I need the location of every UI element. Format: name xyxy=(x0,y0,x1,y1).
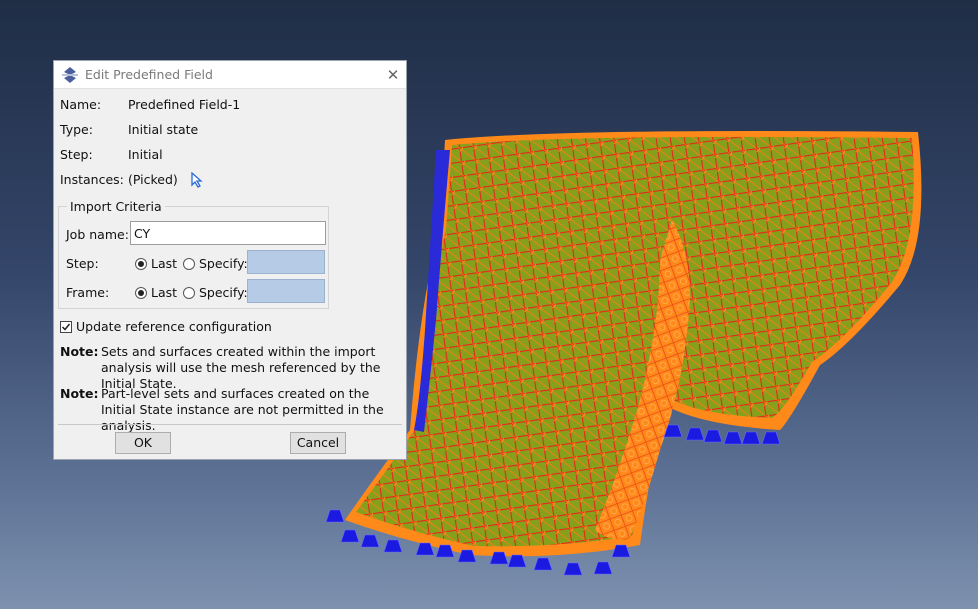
frame-specify-label: Specify: xyxy=(198,285,248,300)
name-row: Name: Predefined Field-1 xyxy=(60,97,240,112)
step-specify-label: Specify: xyxy=(198,256,248,271)
frame-specify-field xyxy=(247,279,325,303)
note-1-text: Sets and surfaces created within the imp… xyxy=(101,344,381,391)
close-icon[interactable]: ✕ xyxy=(380,66,406,84)
note-2: Note: Part-level sets and surfaces creat… xyxy=(60,386,405,434)
criteria-step-label: Step: xyxy=(66,256,99,271)
frame-last-label: Last xyxy=(150,285,178,300)
note-1-label: Note: xyxy=(60,344,99,359)
edit-predefined-field-dialog: Edit Predefined Field ✕ Name: Predefined… xyxy=(53,60,407,460)
note-2-text: Part-level sets and surfaces created on … xyxy=(101,386,384,433)
job-name-label: Job name: xyxy=(66,227,129,242)
step-row: Step: Initial xyxy=(60,147,163,162)
step-specify-option[interactable]: Specify: xyxy=(183,256,248,271)
import-criteria-group: Import Criteria Job name: Step: Last Spe… xyxy=(58,199,329,309)
step-last-label: Last xyxy=(150,256,178,271)
step-last-radio[interactable] xyxy=(135,258,147,270)
update-reference-label: Update reference configuration xyxy=(75,319,272,334)
cancel-button[interactable]: Cancel xyxy=(290,432,346,454)
name-value: Predefined Field-1 xyxy=(127,97,241,112)
job-name-input[interactable] xyxy=(130,221,326,245)
step-last-option[interactable]: Last xyxy=(135,256,177,271)
update-reference-checkbox[interactable] xyxy=(60,321,72,333)
check-icon xyxy=(61,323,71,331)
abaqus-icon xyxy=(62,66,78,83)
instances-row: Instances: (Picked) xyxy=(60,171,204,188)
note-2-label: Note: xyxy=(60,386,99,401)
step-specify-radio[interactable] xyxy=(183,258,195,270)
instances-value: (Picked) xyxy=(127,172,178,187)
pick-cursor-icon[interactable] xyxy=(190,171,204,188)
update-reference-row[interactable]: Update reference configuration xyxy=(60,319,272,334)
dialog-titlebar: Edit Predefined Field ✕ xyxy=(54,61,406,89)
ok-button[interactable]: OK xyxy=(115,432,171,454)
step-specify-field xyxy=(247,250,325,274)
type-row: Type: Initial state xyxy=(60,122,198,137)
frame-last-radio[interactable] xyxy=(135,287,147,299)
type-label: Type: xyxy=(60,122,93,137)
type-value: Initial state xyxy=(127,122,199,137)
mesh-model xyxy=(325,131,922,576)
criteria-frame-label: Frame: xyxy=(66,285,110,300)
step-label: Step: xyxy=(60,147,93,162)
import-criteria-legend: Import Criteria xyxy=(67,199,165,214)
note-1: Note: Sets and surfaces created within t… xyxy=(60,344,405,392)
frame-specify-option[interactable]: Specify: xyxy=(183,285,248,300)
name-label: Name: xyxy=(60,97,102,112)
step-value: Initial xyxy=(127,147,163,162)
dialog-title: Edit Predefined Field xyxy=(85,67,213,82)
frame-last-option[interactable]: Last xyxy=(135,285,177,300)
frame-specify-radio[interactable] xyxy=(183,287,195,299)
divider xyxy=(58,424,402,425)
instances-label: Instances: xyxy=(60,172,124,187)
